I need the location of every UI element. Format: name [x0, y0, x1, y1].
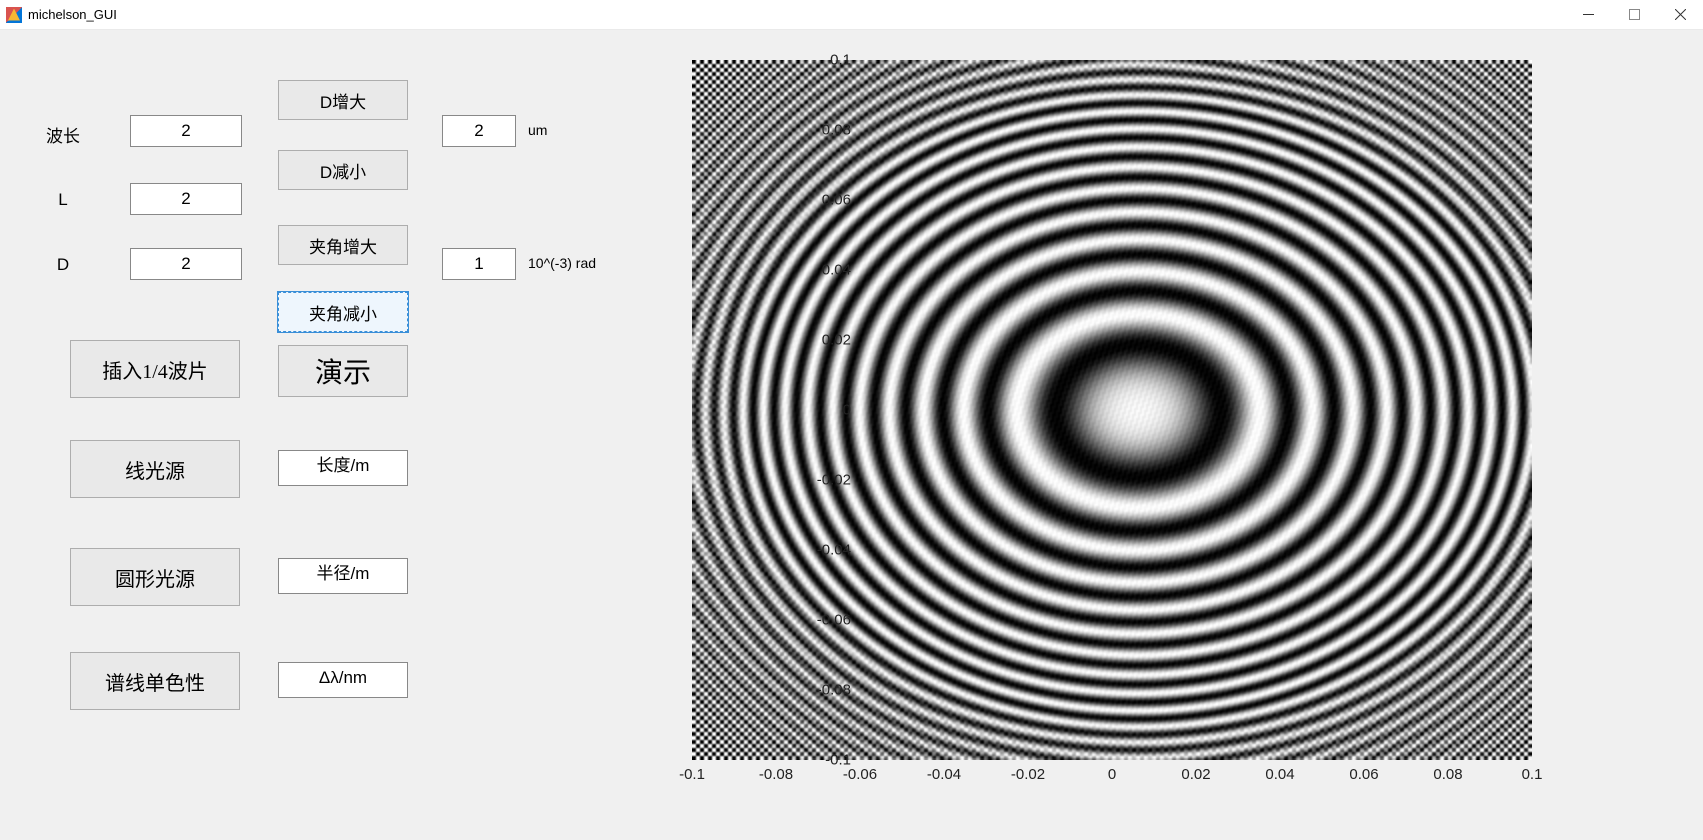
- um-label: um: [528, 122, 547, 138]
- D-increase-button[interactable]: D增大: [278, 80, 408, 120]
- x-tick: 0.02: [1181, 766, 1210, 783]
- title-bar: michelson_GUI: [0, 0, 1703, 30]
- maximize-button[interactable]: [1611, 0, 1657, 30]
- D-input[interactable]: 2: [130, 248, 242, 280]
- y-tick: 0.1: [791, 52, 851, 69]
- D-label: D: [33, 255, 93, 275]
- controls-panel: 波长 2 L 2 D 2 D增大 D减小 夹角增大 夹角减小 演示 2 um 1…: [0, 30, 620, 840]
- y-tick: -0.04: [791, 542, 851, 559]
- D-decrease-button[interactable]: D减小: [278, 150, 408, 190]
- wavelength-input[interactable]: 2: [130, 115, 242, 147]
- circle-radius-input[interactable]: 半径/m: [278, 558, 408, 594]
- y-tick: 0: [791, 402, 851, 419]
- window-title: michelson_GUI: [28, 7, 117, 22]
- close-button[interactable]: [1657, 0, 1703, 30]
- circle-source-button[interactable]: 圆形光源: [70, 548, 240, 606]
- L-label: L: [33, 190, 93, 210]
- x-tick: 0.04: [1265, 766, 1294, 783]
- quarter-wave-button[interactable]: 插入1/4波片: [70, 340, 240, 398]
- x-tick: -0.02: [1011, 766, 1045, 783]
- demo-button[interactable]: 演示: [278, 345, 408, 397]
- minimize-button[interactable]: [1565, 0, 1611, 30]
- x-tick: -0.04: [927, 766, 961, 783]
- D-step-input[interactable]: 2: [442, 115, 516, 147]
- y-tick: -0.06: [791, 612, 851, 629]
- L-input[interactable]: 2: [130, 183, 242, 215]
- rad-label: 10^(-3) rad: [528, 255, 596, 271]
- x-tick: -0.1: [679, 766, 705, 783]
- wavelength-label: 波长: [33, 122, 93, 147]
- axes: [692, 60, 1532, 780]
- monochrome-button[interactable]: 谱线单色性: [70, 652, 240, 710]
- line-source-button[interactable]: 线光源: [70, 440, 240, 498]
- matlab-icon: [6, 7, 22, 23]
- x-tick: 0.06: [1349, 766, 1378, 783]
- line-length-input[interactable]: 长度/m: [278, 450, 408, 486]
- angle-decrease-button[interactable]: 夹角减小: [278, 292, 408, 332]
- delta-lambda-input[interactable]: Δλ/nm: [278, 662, 408, 698]
- y-tick: 0.08: [791, 122, 851, 139]
- angle-increase-button[interactable]: 夹角增大: [278, 225, 408, 265]
- client-area: 波长 2 L 2 D 2 D增大 D减小 夹角增大 夹角减小 演示 2 um 1…: [0, 30, 1703, 840]
- y-tick: 0.02: [791, 332, 851, 349]
- y-tick: -0.02: [791, 472, 851, 489]
- x-tick: -0.08: [759, 766, 793, 783]
- x-tick: -0.06: [843, 766, 877, 783]
- y-tick: 0.04: [791, 262, 851, 279]
- y-tick: -0.08: [791, 682, 851, 699]
- x-tick: 0.1: [1522, 766, 1543, 783]
- x-tick: 0: [1108, 766, 1116, 783]
- x-tick: 0.08: [1433, 766, 1462, 783]
- y-tick: 0.06: [791, 192, 851, 209]
- angle-step-input[interactable]: 1: [442, 248, 516, 280]
